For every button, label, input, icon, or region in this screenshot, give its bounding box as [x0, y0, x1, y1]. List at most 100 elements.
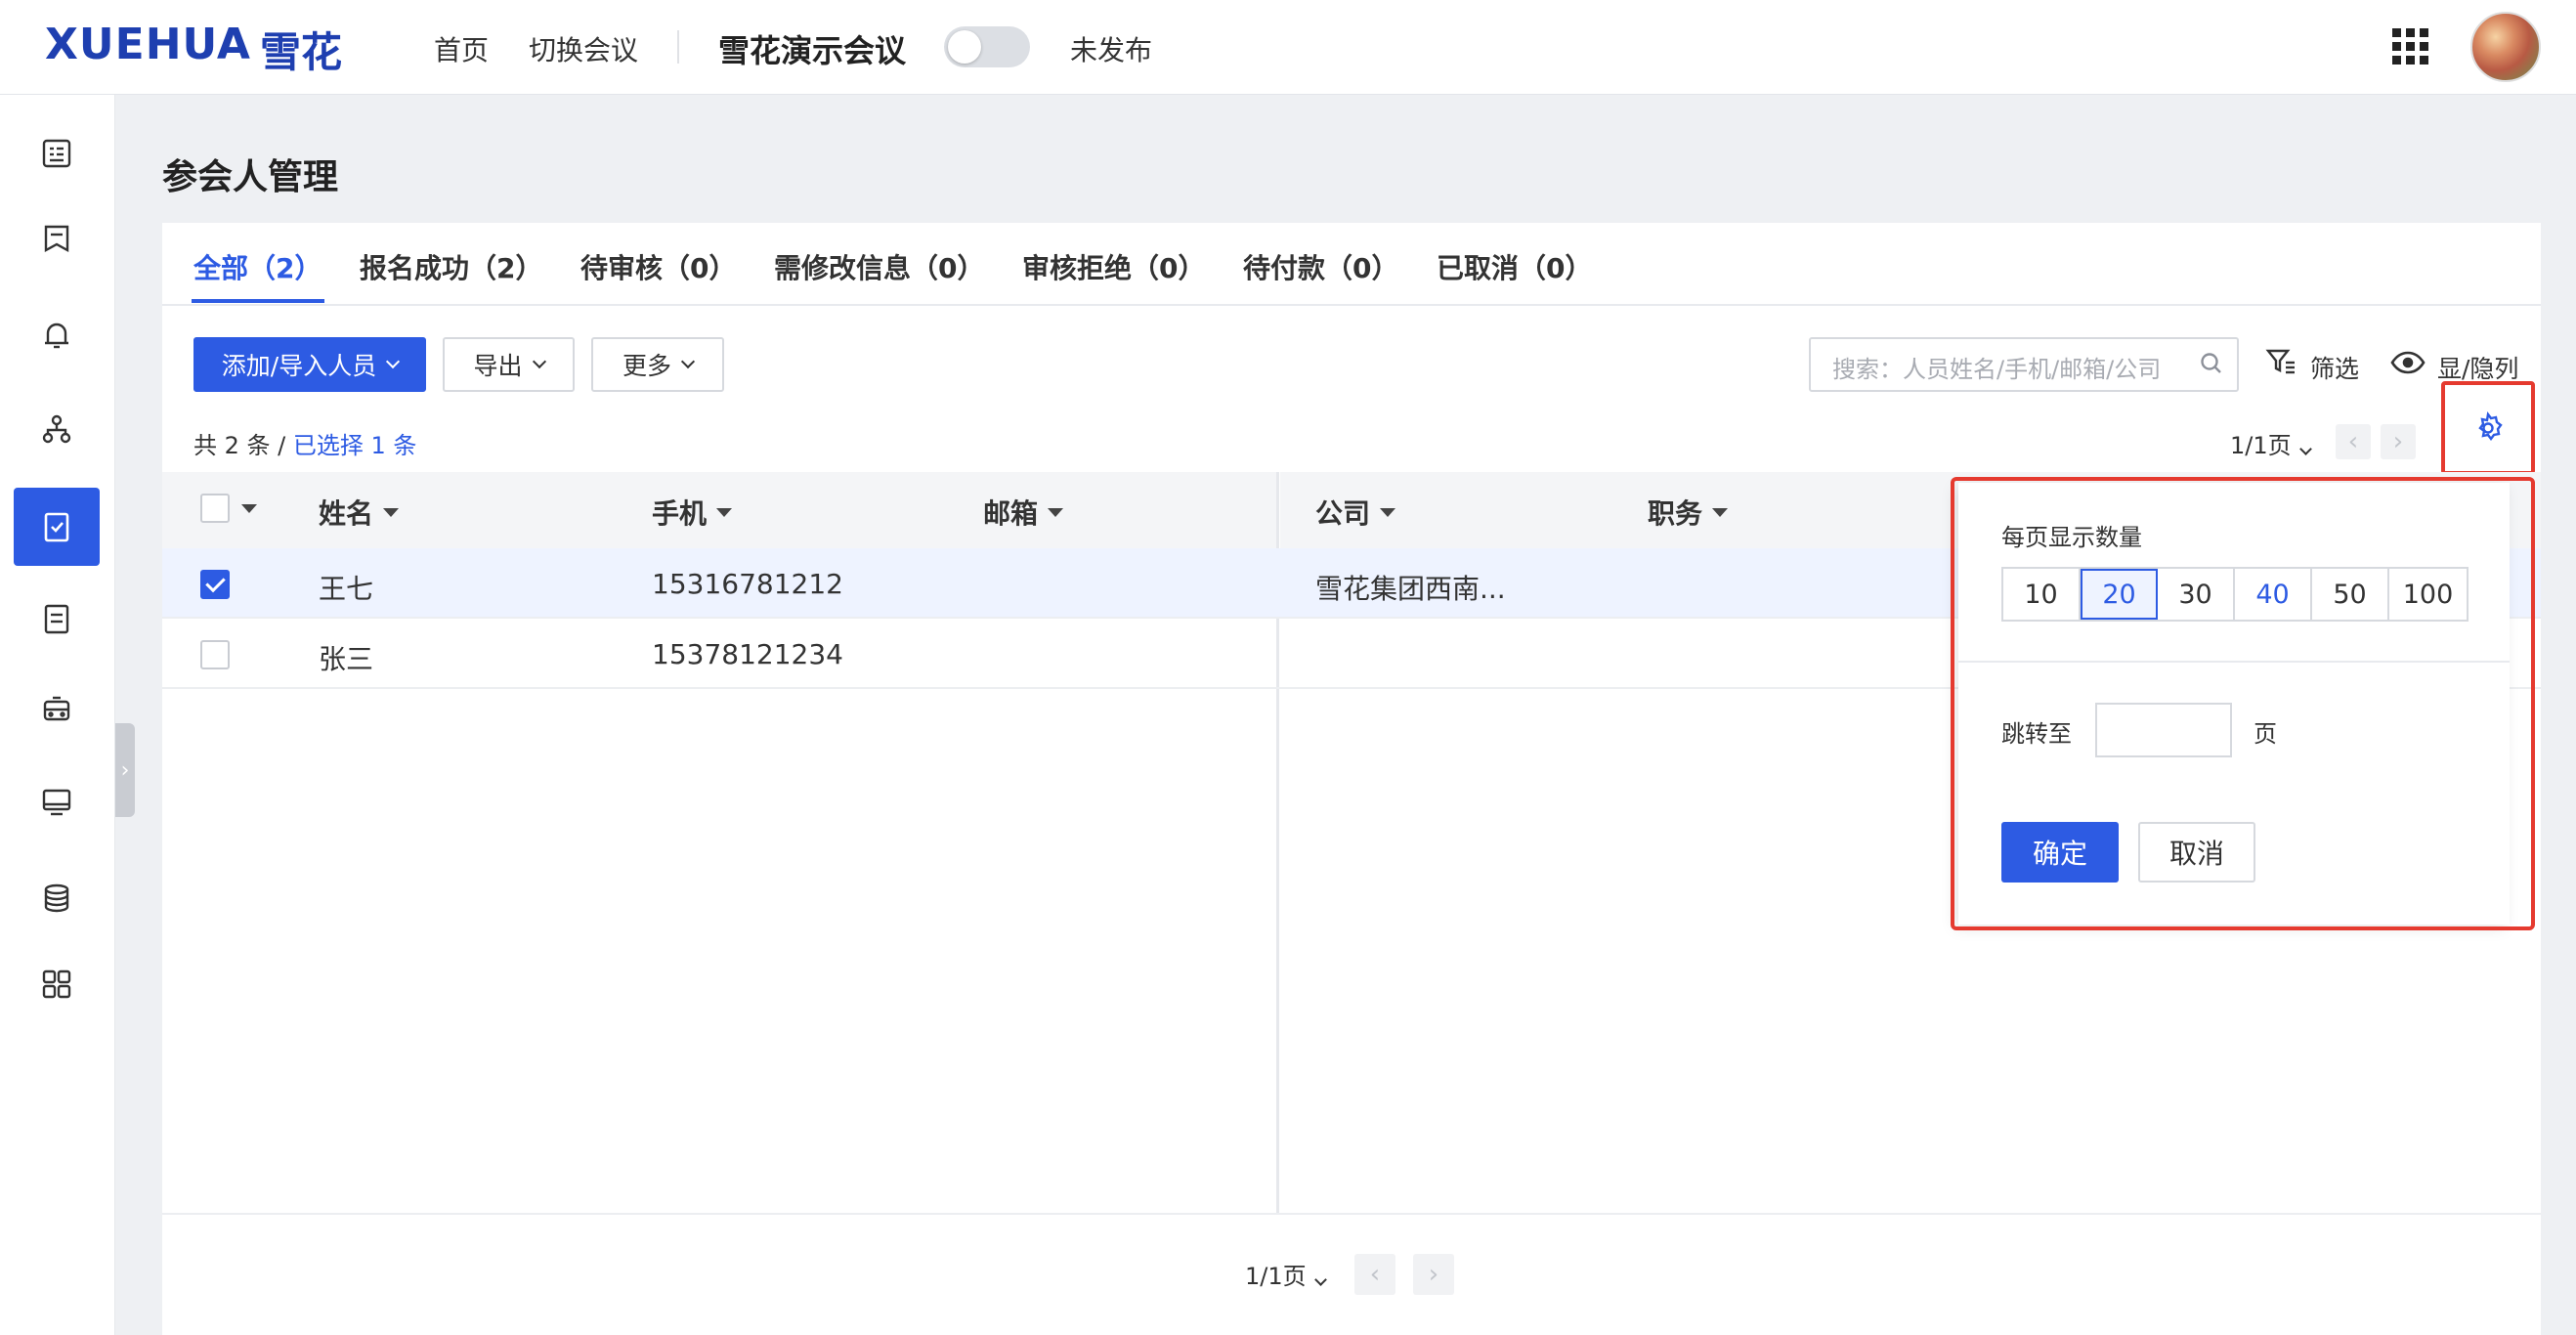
column-name-label: 姓名 [319, 497, 374, 530]
export-label: 导出 [473, 352, 523, 380]
tab-needs-edit[interactable]: 需修改信息（0） [774, 247, 984, 286]
sidebar-item-data[interactable] [14, 859, 100, 937]
tab-pending-payment[interactable]: 待付款（0） [1243, 247, 1398, 286]
more-label: 更多 [622, 352, 671, 380]
bus-icon [43, 696, 70, 721]
selected-count[interactable]: 已选择 1 条 [293, 432, 417, 459]
active-tab-indicator [192, 299, 324, 303]
tab-all[interactable]: 全部（2） [193, 247, 322, 286]
sidebar-item-overview[interactable] [14, 114, 100, 193]
search-icon[interactable] [2199, 351, 2224, 376]
chevron-down-icon [680, 354, 696, 369]
org-chart-icon [42, 414, 71, 444]
table-footer-divider [162, 1213, 2541, 1215]
column-header-position[interactable]: 职务 [1648, 493, 1729, 532]
tab-rejected[interactable]: 审核拒绝（0） [1022, 247, 1205, 286]
add-import-button[interactable]: 添加/导入人员 [193, 337, 426, 392]
column-position-label: 职务 [1648, 497, 1703, 530]
tabs-divider [162, 304, 2541, 306]
page-size-option[interactable]: 100 [2389, 569, 2467, 620]
cell-company: 雪花集团西南... [1315, 573, 1506, 605]
sidebar-item-screen[interactable] [14, 763, 100, 841]
logo-cn-text[interactable]: 雪花 [260, 20, 342, 79]
gear-icon [2478, 411, 2503, 441]
confirm-button[interactable]: 确定 [2001, 822, 2119, 883]
sort-caret-icon [383, 507, 400, 517]
avatar[interactable] [2470, 12, 2541, 82]
total-count: 共 2 条 / [193, 432, 293, 459]
column-header-name[interactable]: 姓名 [319, 493, 400, 532]
sort-caret-icon [1048, 507, 1064, 517]
document-icon [44, 604, 69, 634]
sort-caret-icon [1380, 507, 1396, 517]
sidebar-collapse-handle[interactable]: › [115, 723, 135, 817]
sort-caret-icon [1712, 507, 1729, 517]
next-page-button[interactable]: › [2381, 424, 2416, 459]
row-checkbox[interactable] [200, 640, 230, 669]
column-phone-label: 手机 [652, 497, 708, 530]
top-bar: XUEHUA 雪花 首页 切换会议 雪花演示会议 未发布 [0, 0, 2576, 95]
sidebar-item-messages[interactable] [14, 200, 100, 279]
page-title: 参会人管理 [162, 157, 339, 197]
chevron-down-icon [532, 354, 546, 369]
message-icon [44, 225, 69, 253]
cell-name: 张三 [319, 643, 374, 675]
popover-divider [1958, 661, 2510, 663]
cancel-button[interactable]: 取消 [2138, 822, 2255, 883]
next-page-button[interactable]: › [1413, 1254, 1454, 1295]
tab-registered[interactable]: 报名成功（2） [360, 247, 542, 286]
prev-page-button[interactable]: ‹ [1354, 1254, 1395, 1295]
conference-name: 雪花演示会议 [718, 32, 907, 69]
database-icon [44, 883, 69, 913]
logo-text[interactable]: XUEHUA [45, 20, 251, 69]
page-size-option[interactable]: 30 [2158, 569, 2235, 620]
sidebar-item-organization[interactable] [14, 390, 100, 468]
cell-phone: 15316781212 [652, 568, 843, 600]
apps-grid-icon[interactable] [2392, 28, 2429, 65]
column-email-label: 邮箱 [983, 497, 1039, 530]
column-header-company[interactable]: 公司 [1315, 493, 1396, 532]
monitor-icon [42, 789, 71, 816]
app-grid-icon [42, 969, 71, 999]
divider [677, 30, 679, 64]
sidebar-item-notifications[interactable] [14, 296, 100, 374]
chevron-down-icon [386, 354, 401, 369]
select-all-checkbox[interactable] [200, 494, 230, 523]
nav-switch-conference[interactable]: 切换会议 [529, 29, 638, 68]
show-hide-columns-label[interactable]: 显/隐列 [2437, 350, 2518, 385]
select-menu-caret-icon[interactable] [241, 504, 257, 513]
column-header-email[interactable]: 邮箱 [983, 493, 1064, 532]
eye-icon[interactable] [2390, 350, 2426, 375]
filter-icon[interactable] [2265, 347, 2297, 378]
nav-home[interactable]: 首页 [434, 29, 489, 68]
page-size-option[interactable]: 40 [2235, 569, 2312, 620]
tab-cancelled[interactable]: 已取消（0） [1437, 247, 1592, 286]
page-select-top[interactable]: 1/1页 [2230, 426, 2312, 460]
cell-name: 王七 [319, 573, 374, 605]
sort-caret-icon [716, 507, 733, 517]
page-size-option-selected[interactable]: 20 [2081, 569, 2158, 620]
row-checkbox[interactable] [200, 570, 230, 599]
sidebar-item-attendees[interactable] [14, 488, 100, 566]
chevron-down-icon [1313, 1273, 1327, 1286]
sidebar-item-forms[interactable] [14, 580, 100, 658]
prev-page-button[interactable]: ‹ [2336, 424, 2371, 459]
more-button[interactable]: 更多 [591, 337, 724, 392]
export-button[interactable]: 导出 [443, 337, 575, 392]
publish-toggle[interactable] [944, 26, 1030, 67]
clipboard-check-icon [44, 512, 69, 542]
tab-pending-review[interactable]: 待审核（0） [580, 247, 736, 286]
toggle-knob [948, 30, 981, 64]
sidebar [0, 95, 115, 1335]
page-select-bottom[interactable]: 1/1页 [1245, 1257, 1327, 1291]
column-header-phone[interactable]: 手机 [652, 493, 733, 532]
jump-page-input[interactable] [2095, 703, 2232, 757]
filter-label[interactable]: 筛选 [2310, 350, 2359, 385]
sidebar-item-transport[interactable] [14, 671, 100, 750]
page-size-option[interactable]: 10 [2003, 569, 2081, 620]
page-size-option[interactable]: 50 [2312, 569, 2389, 620]
sidebar-item-apps[interactable] [14, 945, 100, 1023]
add-import-label: 添加/导入人员 [221, 352, 377, 380]
page-settings-button[interactable] [2441, 381, 2535, 475]
jump-unit-label: 页 [2254, 720, 2277, 748]
